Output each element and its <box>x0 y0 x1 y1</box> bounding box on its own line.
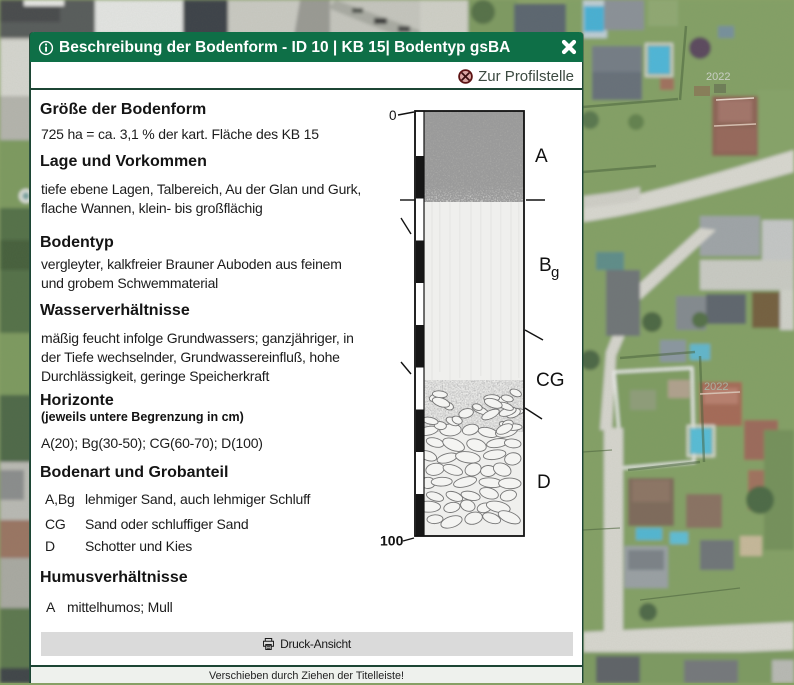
svg-text:0: 0 <box>389 108 397 123</box>
svg-text:B: B <box>539 255 552 276</box>
svg-text:2022: 2022 <box>704 381 728 393</box>
svg-text:D: D <box>537 472 551 493</box>
svg-text:CG: CG <box>536 370 565 391</box>
svg-text:100: 100 <box>380 533 404 549</box>
svg-text:g: g <box>551 264 559 281</box>
svg-text:2022: 2022 <box>706 71 730 83</box>
svg-text:A: A <box>535 146 548 167</box>
